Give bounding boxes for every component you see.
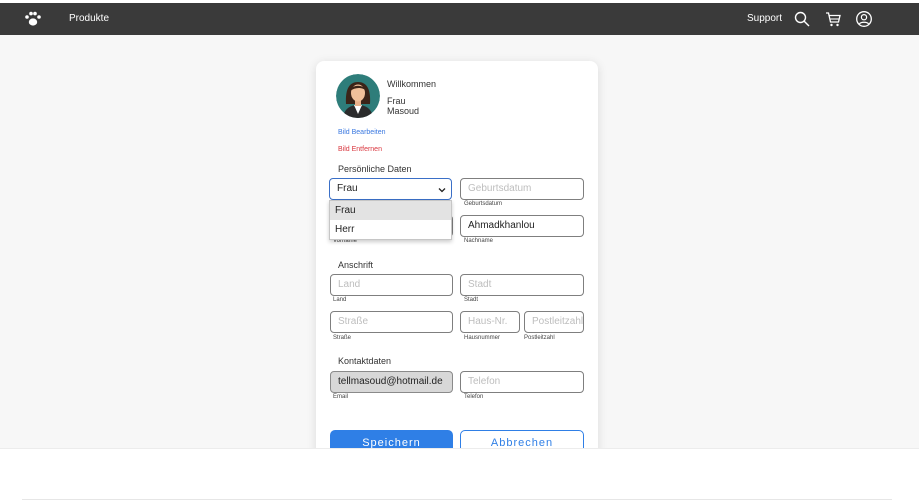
section-contact-heading: Kontaktdaten	[338, 356, 392, 366]
edit-picture-link[interactable]: Bild Bearbeiten	[338, 129, 385, 136]
zip-field[interactable]: Postleitzahl	[524, 311, 584, 333]
birthdate-hint: Geburtsdatum	[464, 201, 503, 207]
house-number-hint: Hausnummer	[464, 335, 501, 341]
salutation-select[interactable]: Frau	[329, 178, 452, 200]
house-number-field[interactable]: Haus-Nr.	[460, 311, 520, 333]
street-hint: Straße	[333, 335, 352, 341]
lastname-field[interactable]: Ahmadkhanlou	[460, 215, 584, 237]
salutation-select-value: Frau	[337, 183, 358, 194]
welcome-text: Willkommen	[387, 79, 437, 89]
nav-link-support[interactable]: Support	[747, 13, 782, 24]
user-icon[interactable]	[855, 10, 873, 28]
salutation-option-herr[interactable]: Herr	[330, 220, 451, 239]
email-field[interactable]: tellmasoud@hotmail.de	[330, 371, 453, 393]
section-personal-heading: Persönliche Daten	[338, 164, 412, 174]
paw-logo-icon[interactable]	[24, 11, 42, 27]
cancel-button[interactable]: Abbrechen	[460, 430, 584, 448]
cart-icon[interactable]	[824, 10, 842, 28]
chevron-down-icon	[438, 188, 446, 193]
remove-picture-link[interactable]: Bild Entfernen	[338, 146, 382, 153]
birthdate-field[interactable]: Geburtsdatum	[460, 178, 584, 200]
avatar[interactable]	[336, 74, 380, 118]
navbar: Produkte Support	[0, 3, 919, 35]
city-field[interactable]: Stadt	[460, 274, 584, 296]
zip-hint: Postleitzahl	[524, 335, 555, 341]
profile-last-name: Masoud	[387, 106, 420, 116]
phone-hint: Telefon	[464, 394, 484, 400]
save-button[interactable]: Speichern	[330, 430, 453, 448]
search-icon[interactable]	[793, 10, 811, 28]
profile-salutation: Frau	[387, 96, 406, 106]
country-hint: Land	[333, 297, 347, 303]
profile-card: Willkommen Frau Masoud Bild Bearbeiten B…	[316, 61, 598, 448]
salutation-dropdown: Frau Herr	[329, 200, 452, 240]
page-background: Willkommen Frau Masoud Bild Bearbeiten B…	[0, 35, 919, 448]
street-field[interactable]: Straße	[330, 311, 453, 333]
country-field[interactable]: Land	[330, 274, 453, 296]
phone-field[interactable]: Telefon	[460, 371, 584, 393]
footer	[0, 448, 919, 502]
email-hint: Email	[333, 394, 349, 400]
city-hint: Stadt	[464, 297, 479, 303]
nav-link-products[interactable]: Produkte	[69, 13, 109, 24]
section-address-heading: Anschrift	[338, 260, 374, 270]
lastname-hint: Nachname	[464, 238, 494, 244]
footer-divider	[22, 499, 892, 500]
salutation-option-frau[interactable]: Frau	[330, 201, 451, 220]
